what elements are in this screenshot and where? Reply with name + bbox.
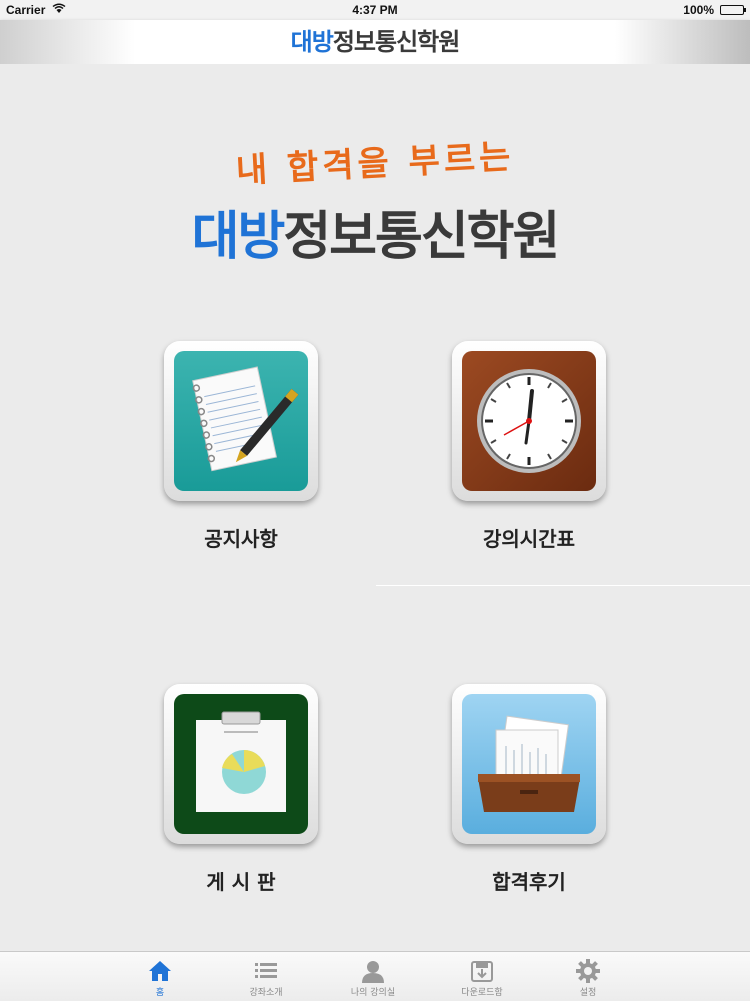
clock-icon bbox=[462, 351, 596, 491]
review-button[interactable]: 합격후기 bbox=[452, 684, 606, 895]
review-label: 합격후기 bbox=[492, 870, 566, 894]
person-icon bbox=[323, 959, 423, 983]
notice-label: 공지사항 bbox=[204, 527, 278, 551]
tab-courses[interactable]: 강좌소개 bbox=[216, 952, 316, 1001]
battery-icon bbox=[720, 5, 746, 15]
tab-settings-label: 설정 bbox=[579, 988, 597, 998]
divider bbox=[376, 585, 750, 586]
tab-courses-label: 강좌소개 bbox=[249, 988, 283, 998]
timetable-button[interactable]: 강의시간표 bbox=[452, 341, 606, 552]
nav-title: 대방정보통신학원 bbox=[290, 28, 461, 56]
board-tile-frame[interactable] bbox=[164, 684, 318, 844]
brand-title: 대방정보통신학원 bbox=[191, 207, 561, 267]
tab-bar: 홈 강좌소개 나의 강의실 다운로드함 설정 bbox=[0, 951, 750, 1001]
notice-tile-frame[interactable] bbox=[164, 341, 318, 501]
notepad-pen-icon bbox=[174, 351, 308, 491]
review-tile-frame[interactable] bbox=[452, 684, 606, 844]
status-time: 4:37 PM bbox=[352, 3, 398, 17]
board-button[interactable]: 게 시 판 bbox=[164, 684, 318, 895]
tab-my-classroom-label: 나의 강의실 bbox=[350, 988, 396, 998]
download-icon bbox=[432, 959, 532, 983]
tab-my-classroom[interactable]: 나의 강의실 bbox=[323, 952, 423, 1001]
board-label: 게 시 판 bbox=[206, 870, 276, 894]
tab-home[interactable]: 홈 bbox=[110, 952, 210, 1001]
list-icon bbox=[216, 959, 316, 983]
tab-home-label: 홈 bbox=[155, 988, 165, 998]
timetable-label: 강의시간표 bbox=[483, 527, 575, 551]
clipboard-chart-icon bbox=[174, 694, 308, 834]
tab-downloads[interactable]: 다운로드함 bbox=[432, 952, 532, 1001]
tab-settings[interactable]: 설정 bbox=[538, 952, 638, 1001]
home-content: 내 합격을 부르는 대방정보통신학원 공지사항 강의시간표 게 시 판 합격후기 bbox=[0, 64, 750, 951]
battery-percent: 100% bbox=[683, 3, 714, 17]
gear-icon bbox=[538, 959, 638, 983]
timetable-tile-frame[interactable] bbox=[452, 341, 606, 501]
nav-bar: 대방정보통신학원 bbox=[0, 20, 750, 64]
status-bar: Carrier 4:37 PM 100% bbox=[0, 0, 750, 20]
notice-button[interactable]: 공지사항 bbox=[164, 341, 318, 552]
tab-downloads-label: 다운로드함 bbox=[461, 988, 503, 998]
document-tray-icon bbox=[462, 694, 596, 834]
slogan: 내 합격을 부르는 bbox=[234, 136, 516, 192]
home-icon bbox=[110, 959, 210, 983]
